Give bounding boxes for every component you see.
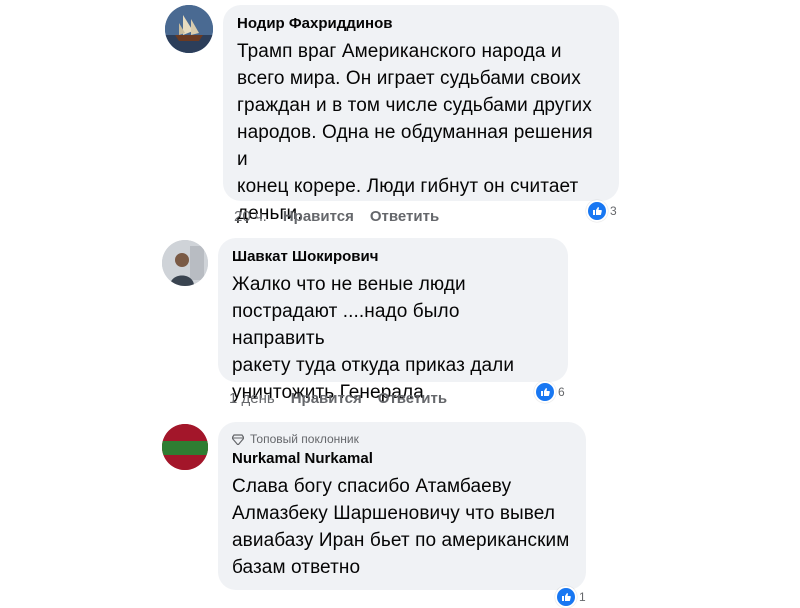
logo-avatar-icon	[162, 424, 208, 470]
comment-author[interactable]: Шавкат Шокирович	[232, 248, 554, 265]
avatar[interactable]	[162, 424, 208, 470]
comment-line: базам ответно	[232, 557, 361, 578]
like-icon	[534, 381, 556, 403]
comment-line: ракету туда откуда приказ дали	[232, 355, 515, 376]
reaction-number: 6	[558, 385, 565, 399]
comment-line: Трамп враг Американского народа и	[237, 41, 562, 62]
comment-timestamp[interactable]: 1 день	[229, 390, 275, 407]
comment-bubble: Шавкат Шокирович Жалко что не веные люди…	[218, 238, 568, 403]
like-link[interactable]: Нравится	[291, 390, 362, 407]
comment-line: Алмазбеку Шаршеновичу что вывел	[232, 503, 556, 524]
comment-line: пострадают ....надо было направить	[232, 301, 460, 349]
ship-painting-icon	[165, 5, 213, 53]
reaction-number: 3	[610, 204, 617, 218]
reaction-number: 1	[579, 590, 586, 604]
comment-line: всего мира. Он играет судьбами своих	[237, 68, 581, 89]
comment-line: граждан и в том числе судьбами других	[237, 95, 592, 116]
comment-timestamp[interactable]: 20 ч.	[234, 208, 267, 225]
comment-line: авиабазу Иран бьет по американским	[232, 530, 570, 551]
comment-author[interactable]: Nurkamal Nurkamal	[232, 450, 572, 467]
reaction-count[interactable]: 1	[555, 586, 586, 608]
comment-text: Жалко что не веные люди пострадают ....н…	[232, 271, 554, 406]
comment-line: Слава богу спасибо Атамбаеву	[232, 476, 512, 497]
avatar[interactable]	[162, 240, 208, 286]
reply-link[interactable]: Ответить	[378, 390, 447, 407]
comment-bubble: Топовый поклонник Nurkamal Nurkamal Слав…	[218, 422, 586, 590]
comment-text: Трамп враг Американского народа и всего …	[237, 38, 605, 227]
comment-text: Слава богу спасибо Атамбаеву Алмазбеку Ш…	[232, 473, 572, 581]
like-link[interactable]: Нравится	[283, 208, 354, 225]
avatar[interactable]	[165, 5, 213, 53]
reaction-count[interactable]: 3	[586, 200, 617, 222]
person-photo-icon	[162, 240, 208, 286]
comment-actions: 1 день Нравится Ответить	[229, 390, 447, 407]
comment-bubble: Нодир Фахриддинов Трамп враг Американско…	[223, 5, 619, 224]
like-icon	[555, 586, 577, 608]
comment-author[interactable]: Нодир Фахриддинов	[237, 15, 605, 32]
comment-line: Жалко что не веные люди	[232, 274, 466, 295]
top-fan-badge: Топовый поклонник	[232, 432, 572, 446]
diamond-icon	[232, 433, 244, 445]
reply-link[interactable]: Ответить	[370, 208, 439, 225]
comment-line: народов. Одна не обдуманная решения и	[237, 122, 593, 170]
comment-actions: 20 ч. Нравится Ответить	[234, 208, 439, 225]
reaction-count[interactable]: 6	[534, 381, 565, 403]
comment-line: конец корере. Люди гибнут он считает	[237, 176, 579, 197]
badge-label: Топовый поклонник	[250, 432, 359, 446]
like-icon	[586, 200, 608, 222]
